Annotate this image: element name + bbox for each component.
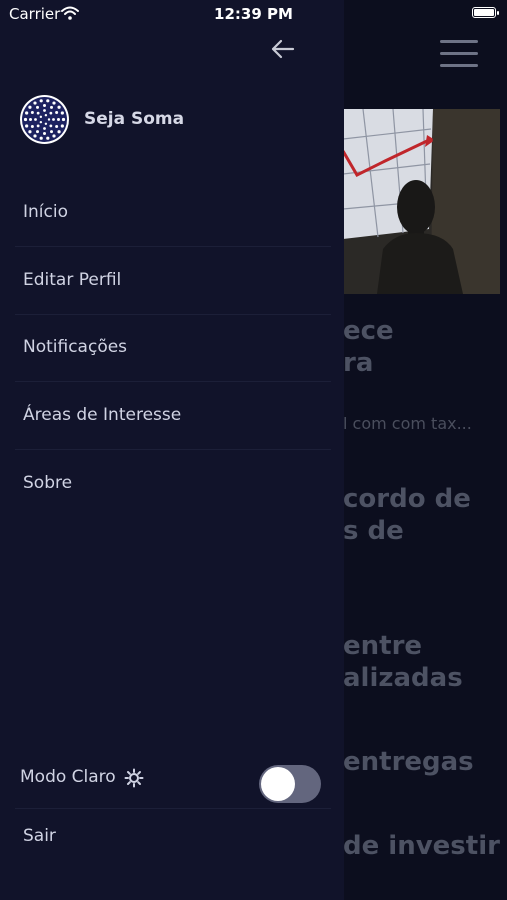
menu-item-label: Notificações <box>23 337 128 357</box>
clock: 12:39 PM <box>214 5 293 23</box>
logout-button[interactable]: Sair <box>23 826 56 846</box>
theme-toggle-row: Modo Claro <box>15 752 331 809</box>
menu-item-label: Editar Perfil <box>23 270 122 290</box>
article-title-fragment: de investir <box>343 831 500 861</box>
menu-item-editar-perfil[interactable]: Editar Perfil <box>15 248 331 315</box>
article-title-fragment: entre <box>343 631 423 661</box>
menu-item-label: Sobre <box>23 473 73 493</box>
article-title-fragment: s de <box>343 516 404 546</box>
sun-icon <box>124 768 144 788</box>
article-title-fragment: alizadas <box>343 663 463 693</box>
soma-logo-icon <box>23 99 66 140</box>
profile-name: Seja Soma <box>84 109 185 129</box>
back-arrow-icon[interactable] <box>270 38 296 60</box>
article-title-fragment: ece <box>343 316 394 346</box>
toggle-knob <box>261 767 295 801</box>
menu-item-areas-de-interesse[interactable]: Áreas de Interesse <box>15 383 331 450</box>
article-title-fragment: entregas <box>343 747 474 777</box>
battery-icon <box>472 7 499 18</box>
menu-item-label: Áreas de Interesse <box>23 405 182 425</box>
theme-toggle-switch[interactable] <box>259 765 321 803</box>
article-title-fragment: ra <box>343 348 374 378</box>
article-image[interactable] <box>343 109 500 294</box>
article-subtitle-fragment: l com com tax... <box>343 414 472 433</box>
theme-toggle-label: Modo Claro <box>20 767 116 787</box>
navigation-drawer: Seja Soma Início Editar Perfil Notificaç… <box>0 0 344 900</box>
menu-item-notificacoes[interactable]: Notificações <box>15 315 331 382</box>
article-title-fragment: cordo de <box>343 484 471 514</box>
avatar[interactable] <box>20 95 69 144</box>
menu-item-label: Início <box>23 202 68 222</box>
status-bar: Carrier 12:39 PM <box>0 0 507 28</box>
menu-item-inicio[interactable]: Início <box>15 180 331 247</box>
menu-item-sobre[interactable]: Sobre <box>15 451 331 518</box>
hamburger-menu-icon[interactable] <box>440 40 478 72</box>
